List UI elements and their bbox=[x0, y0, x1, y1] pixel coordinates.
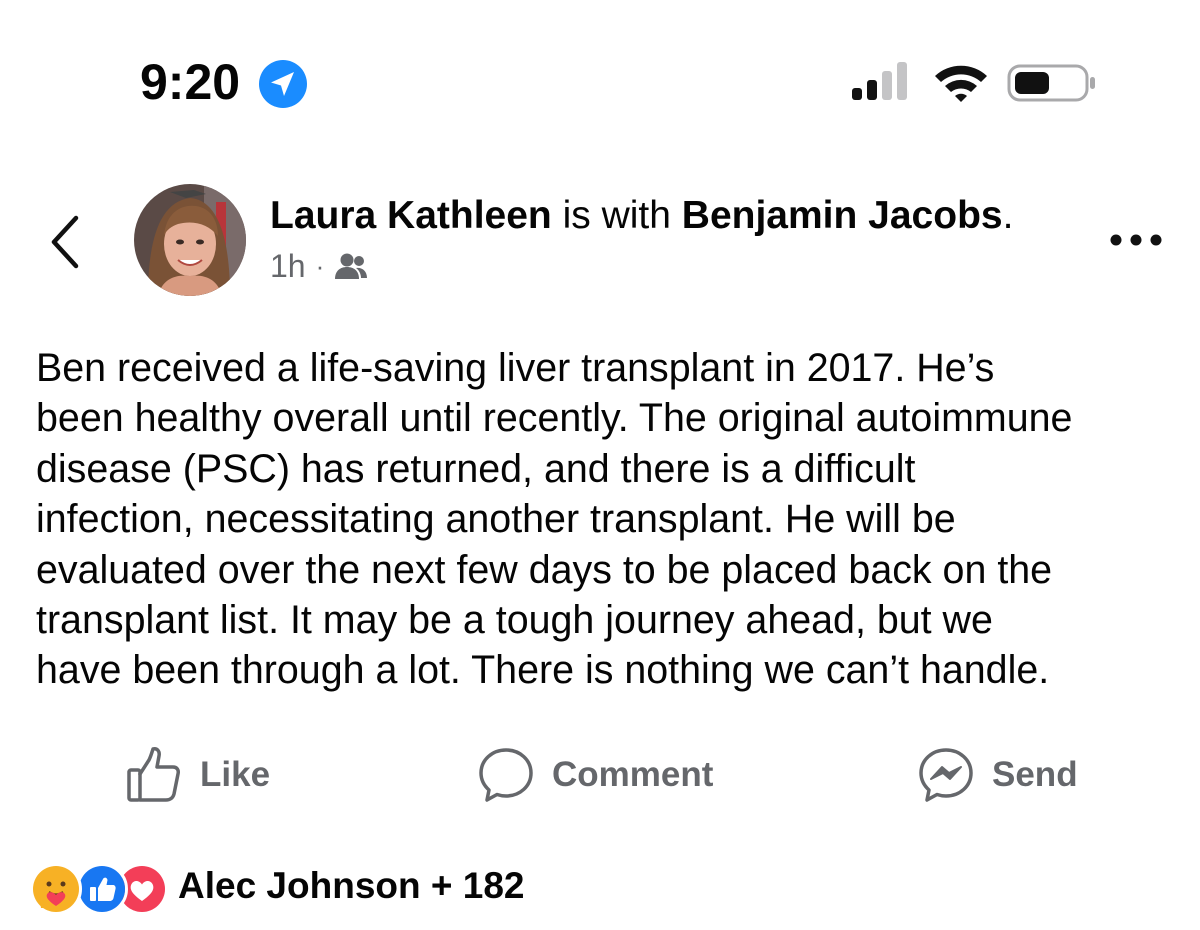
post-body-line: have been through a lot. There is nothin… bbox=[36, 648, 1050, 693]
more-options-icon[interactable] bbox=[1108, 228, 1164, 252]
friends-icon bbox=[335, 253, 368, 279]
care-reaction-icon bbox=[30, 863, 82, 915]
status-time: 9:20 bbox=[140, 54, 241, 110]
like-button[interactable]: Like bbox=[126, 742, 270, 808]
author-name[interactable]: Laura Kathleen bbox=[270, 194, 552, 237]
thumbs-up-icon bbox=[127, 747, 180, 802]
comment-button[interactable]: Comment bbox=[478, 742, 713, 808]
author-avatar[interactable] bbox=[134, 184, 246, 296]
post-body-line: infection, necessitating another transpl… bbox=[36, 497, 956, 542]
comment-label: Comment bbox=[552, 755, 714, 794]
tagged-suffix: . bbox=[1002, 194, 1014, 237]
send-button[interactable]: Send bbox=[918, 742, 1078, 808]
like-reaction-icon bbox=[76, 863, 128, 915]
post-meta: 1h · bbox=[270, 244, 368, 288]
location-arrow-icon bbox=[259, 60, 307, 108]
back-chevron-icon[interactable] bbox=[44, 212, 88, 272]
post-timestamp[interactable]: 1h bbox=[270, 244, 306, 288]
reaction-summary-text[interactable]: Alec Johnson + 182 bbox=[178, 865, 525, 907]
post-body-line: been healthy overall until recently. The… bbox=[36, 396, 1073, 441]
send-label: Send bbox=[992, 755, 1078, 794]
status-bar: 9:20 bbox=[0, 0, 1200, 150]
post-body: Ben received a life-saving liver transpl… bbox=[36, 343, 1186, 696]
post-header-line: Laura Kathleen is with Benjamin Jacobs. bbox=[270, 190, 1013, 242]
post-body-line: transplant list. It may be a tough journ… bbox=[36, 598, 993, 643]
reactions-summary[interactable]: Alec Johnson + 182 bbox=[30, 858, 525, 915]
reaction-icons bbox=[30, 858, 170, 915]
battery-icon bbox=[1007, 64, 1095, 102]
post-actions: Like Comment Send bbox=[0, 742, 1200, 808]
post-body-line: Ben received a life-saving liver transpl… bbox=[36, 346, 995, 390]
like-label: Like bbox=[200, 755, 271, 794]
post-body-line: evaluated over the next few days to be p… bbox=[36, 547, 1053, 592]
messenger-icon bbox=[919, 748, 973, 802]
meta-separator: · bbox=[315, 251, 325, 281]
cellular-signal-icon bbox=[852, 62, 907, 100]
with-text: is with bbox=[562, 194, 671, 237]
post-body-line: disease (PSC) has returned, and there is… bbox=[36, 446, 916, 491]
comment-bubble-icon bbox=[479, 748, 533, 802]
wifi-icon bbox=[935, 65, 987, 102]
avatar-photo bbox=[134, 184, 246, 296]
tagged-person-name[interactable]: Benjamin Jacobs bbox=[682, 194, 1003, 237]
